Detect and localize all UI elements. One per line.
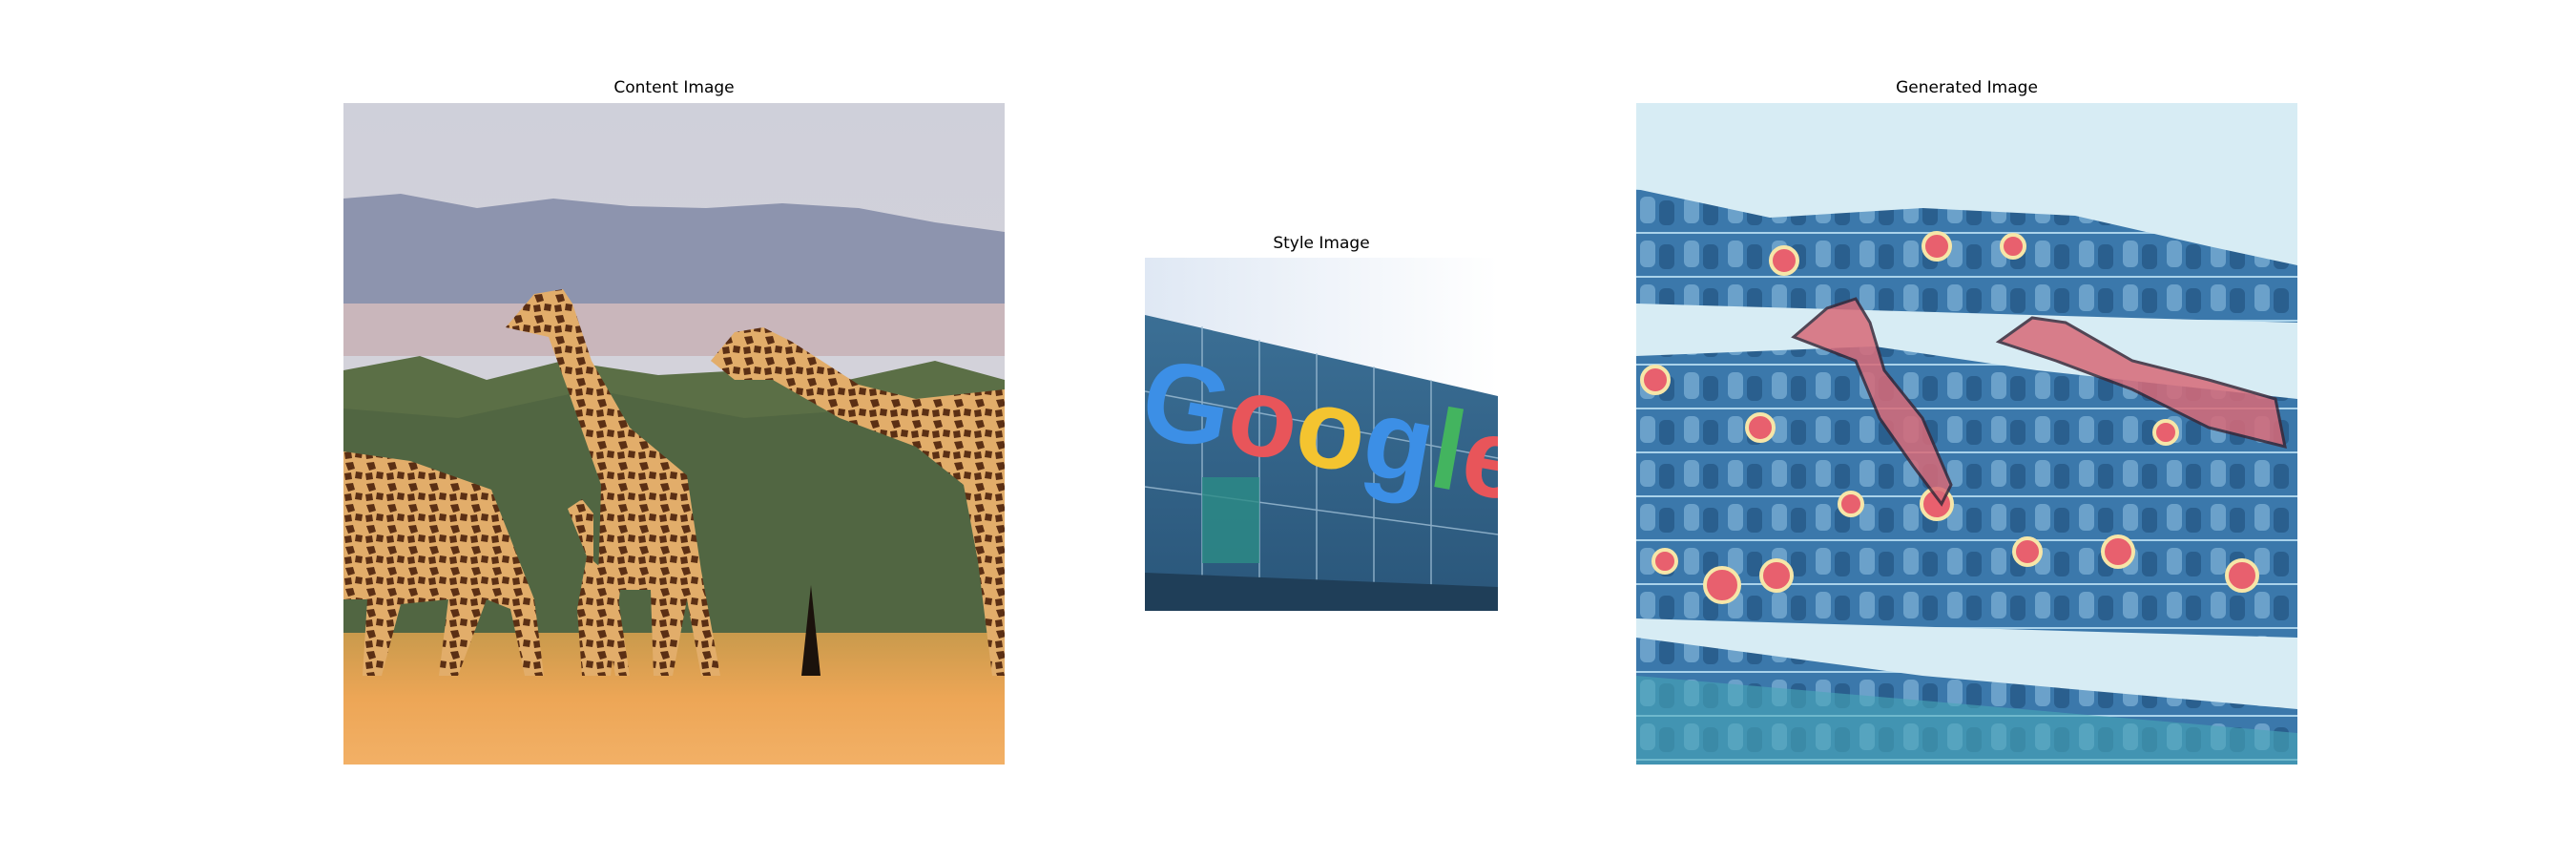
generated-image-title: Generated Image xyxy=(1896,78,2038,97)
style-image-title: Style Image xyxy=(1273,234,1370,253)
style-image: Google xyxy=(1145,258,1498,611)
content-image xyxy=(343,103,1005,765)
generated-image xyxy=(1636,103,2297,765)
content-image-title: Content Image xyxy=(613,78,735,97)
